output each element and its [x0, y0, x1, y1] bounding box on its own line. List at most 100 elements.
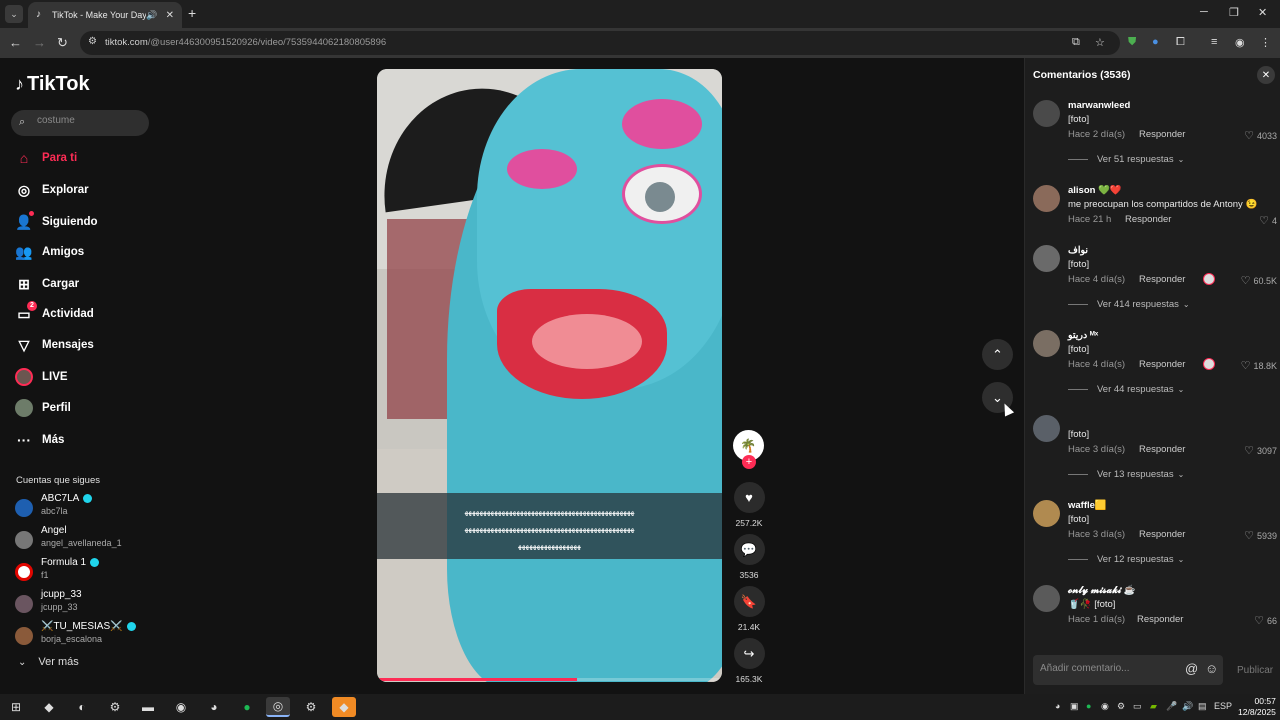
steam-icon[interactable]: ⚙ — [103, 697, 127, 717]
menu-kebab-icon[interactable]: ⋮ — [1260, 36, 1271, 49]
comment-user[interactable]: marwanwleed — [1068, 100, 1130, 111]
reload-icon[interactable]: ↻ — [57, 35, 68, 51]
video-progress-bar[interactable] — [377, 678, 722, 681]
tiktok-logo[interactable]: ♪ TikTok — [15, 73, 90, 96]
comment-like-button[interactable]: ♡ 5939 — [1244, 529, 1277, 542]
nvidia-tray-icon[interactable]: ▰ — [1150, 701, 1157, 712]
steam-tray-icon[interactable]: ⚙ — [1117, 701, 1125, 712]
save-button[interactable]: 🔖 21.4K — [733, 586, 765, 632]
comment-input-box[interactable]: @ ☺ — [1033, 655, 1223, 685]
epic-games-icon[interactable]: ◆ — [37, 697, 61, 717]
tray-icon[interactable]: ▭ — [1133, 701, 1142, 712]
app-icon[interactable]: ◐ — [70, 697, 94, 717]
reply-button[interactable]: Responder — [1125, 214, 1171, 225]
extensions-icon[interactable]: ⧠ — [1176, 36, 1185, 49]
reply-button[interactable]: Responder — [1139, 529, 1185, 540]
avatar[interactable] — [1033, 500, 1060, 527]
nav-perfil[interactable]: Perfil — [15, 396, 155, 420]
view-replies-button[interactable]: Ver 44 respuestas ⌄ — [1068, 384, 1184, 395]
avatar[interactable] — [1033, 185, 1060, 212]
spotify-icon[interactable]: ● — [235, 697, 259, 717]
obs-tray-icon[interactable]: ◉ — [1101, 701, 1109, 712]
file-explorer-icon[interactable]: ▬ — [136, 697, 160, 717]
tab-close-icon[interactable]: ✕ — [166, 10, 174, 21]
video-player[interactable]: ﻬﻬﻬﻬﻬﻬﻬﻬﻬﻬﻬﻬﻬﻬﻬﻬﻬﻬﻬﻬﻬﻬﻬﻬﻬﻬﻬﻬﻬﻬﻬﻬﻬﻬﻬﻬﻬﻬﻬﻬ… — [377, 69, 722, 682]
profile-avatar-icon[interactable]: ◉ — [1235, 36, 1245, 49]
comment-like-button[interactable]: ♡ 66 — [1254, 614, 1277, 627]
nav-live[interactable]: LIVE — [15, 365, 155, 389]
avatar[interactable] — [1033, 415, 1060, 442]
chrome-icon[interactable]: ◎ — [266, 697, 290, 717]
spotify-tray-icon[interactable]: ● — [1086, 701, 1091, 711]
nav-mas[interactable]: ··· Más — [15, 428, 155, 452]
comment-user[interactable]: دريتو ᴹˣ — [1068, 330, 1098, 341]
install-app-icon[interactable]: ⧉ — [1072, 36, 1080, 49]
previous-video-button[interactable]: ⌃ — [982, 339, 1013, 370]
discord-icon[interactable]: ◕ — [202, 697, 226, 717]
emoji-icon[interactable]: ☺ — [1205, 661, 1218, 676]
view-replies-button[interactable]: Ver 414 respuestas ⌄ — [1068, 299, 1190, 310]
avatar[interactable] — [1033, 330, 1060, 357]
following-account[interactable]: Angel angel_avellaneda_1 — [15, 525, 160, 553]
back-icon[interactable]: ← — [9, 35, 22, 50]
volume-icon[interactable]: 🔊 — [1182, 701, 1193, 712]
new-tab-button[interactable]: + — [188, 5, 196, 21]
restore-icon[interactable]: ❐ — [1229, 6, 1239, 19]
minimize-icon[interactable]: ─ — [1200, 6, 1208, 18]
like-button[interactable]: ♥ 257.2K — [733, 482, 765, 528]
nav-cargar[interactable]: ⊞ Cargar — [15, 272, 155, 296]
nav-explorar[interactable]: ◎ Explorar — [15, 178, 155, 202]
comment-like-button[interactable]: ♡ 60.5K — [1241, 274, 1277, 287]
comment-like-button[interactable]: ♡ 4033 — [1244, 129, 1277, 142]
avatar[interactable] — [1033, 585, 1060, 612]
close-comments-button[interactable]: ✕ — [1257, 66, 1275, 84]
publish-button[interactable]: Publicar — [1237, 665, 1273, 676]
view-replies-button[interactable]: Ver 51 respuestas ⌄ — [1068, 154, 1184, 165]
tray-icon[interactable]: ▣ — [1070, 701, 1079, 712]
browser-tab[interactable]: ♪ TikTok - Make Your Day 🔊 ✕ — [28, 2, 182, 28]
forward-icon[interactable]: → — [33, 35, 46, 50]
nav-amigos[interactable]: 👥 Amigos — [15, 240, 155, 264]
shield-extension-icon[interactable]: ⛊ — [1128, 36, 1136, 49]
windows-start-icon[interactable]: ⊞ — [4, 697, 28, 717]
comment-like-button[interactable]: ♡ 18.8K — [1241, 359, 1277, 372]
reply-button[interactable]: Responder — [1139, 359, 1185, 370]
clock[interactable]: 00:57 12/8/2025 — [1238, 696, 1276, 718]
avatar[interactable] — [1033, 100, 1060, 127]
reply-button[interactable]: Responder — [1139, 444, 1185, 455]
vpn-extension-icon[interactable]: ● — [1152, 36, 1159, 48]
following-account[interactable]: Formula 1 f1 — [15, 557, 160, 585]
avatar[interactable] — [1033, 245, 1060, 272]
comment-input[interactable] — [1040, 663, 1180, 674]
reply-button[interactable]: Responder — [1137, 614, 1183, 625]
network-icon[interactable]: ▤ — [1198, 701, 1207, 712]
bookmark-star-icon[interactable]: ☆ — [1095, 36, 1105, 49]
view-replies-button[interactable]: Ver 12 respuestas ⌄ — [1068, 554, 1184, 565]
microphone-icon[interactable]: 🎤 — [1166, 701, 1177, 712]
view-replies-button[interactable]: Ver 13 respuestas ⌄ — [1068, 469, 1184, 480]
nav-para-ti[interactable]: ⌂ Para ti — [15, 146, 155, 170]
epic-games-icon[interactable]: ◆ — [332, 697, 356, 717]
search-input[interactable] — [37, 115, 142, 126]
audio-playing-icon[interactable]: 🔊 — [146, 10, 157, 21]
mention-icon[interactable]: @ — [1185, 661, 1198, 676]
comment-user[interactable]: waffle🟨 — [1068, 500, 1107, 511]
language-indicator[interactable]: ESP — [1214, 701, 1232, 711]
nav-actividad[interactable]: ▭ 2 Actividad — [15, 301, 155, 326]
following-account[interactable]: ⚔️TU_MESIAS⚔️ borja_escalona — [15, 621, 160, 649]
share-button[interactable]: ↪ 165.3K — [733, 638, 765, 684]
comment-user[interactable]: نواف — [1068, 245, 1088, 256]
comment-user[interactable]: 𝓸𝓷𝓵𝔂 𝓶𝓲𝓼𝓪𝓴𝓲 ☕ — [1068, 585, 1136, 596]
window-close-icon[interactable]: ✕ — [1258, 6, 1267, 19]
comment-like-button[interactable]: ♡ 4 — [1259, 214, 1277, 227]
following-account[interactable]: ABC7LA abc7la — [15, 493, 160, 521]
nav-mensajes[interactable]: ▽ Mensajes — [15, 333, 155, 357]
steam-icon[interactable]: ⚙ — [299, 697, 323, 717]
obs-icon[interactable]: ◉ — [169, 697, 193, 717]
reply-button[interactable]: Responder — [1139, 274, 1185, 285]
comment-button[interactable]: 💬 3536 — [733, 534, 765, 580]
tab-search-button[interactable]: ⌄ — [5, 5, 23, 23]
comment-like-button[interactable]: ♡ 3097 — [1244, 444, 1277, 457]
see-more-button[interactable]: ⌄ Ver más — [18, 656, 79, 668]
comment-user[interactable]: alison 💚❤️ — [1068, 185, 1122, 196]
